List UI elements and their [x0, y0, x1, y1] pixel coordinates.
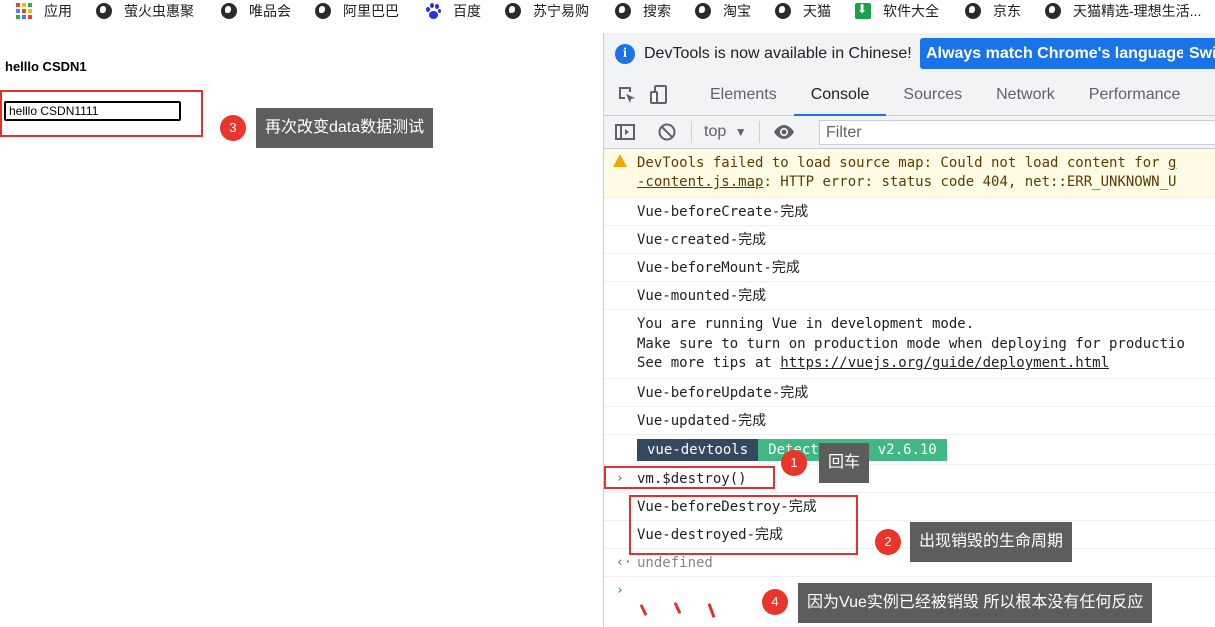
download-icon [855, 2, 871, 19]
bookmarks-bar: 应用 萤火虫惠聚 唯品会 阿里巴巴 百度 苏宁易购 搜索 淘宝 天猫 ⬇ 软件大… [0, 0, 1215, 22]
annotation-marker-4: 4 [762, 589, 788, 615]
tab-memory[interactable]: M [1197, 74, 1215, 116]
bookmark-tmall[interactable]: 天猫 [775, 0, 855, 22]
bookmark-baidu[interactable]: 百度 [425, 0, 505, 22]
live-expression-eye-icon[interactable] [772, 122, 794, 142]
language-infobar: i DevTools is now available in Chinese! … [604, 33, 1215, 74]
sidebar-toggle-icon[interactable] [615, 122, 635, 142]
annotation-marker-3: 3 [220, 115, 246, 141]
info-icon: i [615, 43, 635, 64]
warning-icon [613, 154, 627, 167]
highlight-box-input [0, 90, 203, 137]
toolbar-divider [691, 121, 692, 143]
switch-language-button[interactable]: Swi [1183, 38, 1215, 69]
globe-icon [221, 3, 237, 19]
always-match-language-button[interactable]: Always match Chrome's language [920, 38, 1191, 69]
source-map-file-link[interactable]: -content.js.map [637, 174, 763, 190]
console-log: Vue-mounted-完成 [604, 282, 1215, 310]
console-vue-devtools-badge: vue-devtoolsDetected Vue v2.6.10 [604, 435, 1215, 465]
console-log: Vue-beforeCreate-完成 [604, 198, 1215, 226]
device-toolbar-icon[interactable] [649, 84, 669, 105]
console-log: Vue-updated-完成 [604, 407, 1215, 435]
context-selector[interactable]: top ▼ [704, 123, 747, 141]
annotation-note-1: 回车 [819, 443, 870, 483]
bookmark-yinghuochong[interactable]: 萤火虫惠聚 [96, 0, 221, 22]
annotation-note-2: 出现销毁的生命周期 [910, 522, 1073, 562]
annotation-marker-2: 2 [875, 529, 901, 555]
dropdown-arrow-icon: ▼ [734, 125, 747, 139]
bookmark-suning[interactable]: 苏宁易购 [505, 0, 615, 22]
tab-performance[interactable]: Performance [1072, 74, 1198, 116]
console-dev-mode-notice: You are running Vue in development mode.… [604, 310, 1215, 379]
globe-icon [775, 3, 791, 19]
console-log: Vue-beforeMount-完成 [604, 254, 1215, 282]
globe-icon [695, 3, 711, 19]
globe-icon [315, 3, 331, 19]
tab-elements[interactable]: Elements [693, 74, 794, 116]
console-filter-input[interactable]: Filter [819, 120, 1215, 145]
bookmark-search[interactable]: 搜索 [615, 0, 695, 22]
apps-grid-icon [16, 3, 32, 19]
tab-network[interactable]: Network [979, 74, 1072, 116]
bookmark-vip[interactable]: 唯品会 [221, 0, 315, 22]
page-heading: helllo CSDN1 [5, 59, 87, 74]
tab-sources[interactable]: Sources [886, 74, 979, 116]
highlight-box-command [604, 466, 775, 489]
baidu-paw-icon [425, 3, 441, 19]
bookmark-software[interactable]: 软件大全 [855, 0, 965, 22]
globe-icon [505, 3, 521, 19]
tab-console[interactable]: Console [793, 74, 887, 116]
source-map-link[interactable]: g [1168, 155, 1176, 171]
console-toolbar: top ▼ Filter [604, 116, 1215, 149]
globe-icon [1045, 3, 1061, 19]
toolbar-divider [758, 121, 760, 143]
devtools-tabbar: Elements Console Sources Network Perform… [604, 74, 1215, 116]
annotation-note-3: 再次改变data数据测试 [256, 108, 434, 148]
prompt-chevron-icon: › [616, 583, 624, 598]
console-log: Vue-created-完成 [604, 226, 1215, 254]
bookmark-apps[interactable]: 应用 [16, 0, 96, 22]
globe-icon [615, 3, 631, 19]
annotation-note-4: 因为Vue实例已经被销毁 所以根本没有任何反应 [798, 583, 1153, 623]
console-warning: DevTools failed to load source map: Coul… [604, 149, 1215, 198]
inspect-element-icon[interactable] [617, 85, 637, 105]
infobar-text: DevTools is now available in Chinese! [644, 44, 912, 62]
globe-icon [96, 3, 112, 19]
bookmark-alibaba[interactable]: 阿里巴巴 [315, 0, 425, 22]
page-content: helllo CSDN1 3 再次改变data数据测试 [0, 33, 603, 627]
bookmark-tmall-jingxuan[interactable]: 天猫精选-理想生活... [1045, 0, 1215, 22]
bookmark-taobao[interactable]: 淘宝 [695, 0, 775, 22]
console-log: Vue-beforeUpdate-完成 [604, 379, 1215, 407]
vue-deployment-link[interactable]: https://vuejs.org/guide/deployment.html [780, 355, 1109, 371]
bookmark-jd[interactable]: 京东 [965, 0, 1045, 22]
highlight-box-destroy-logs [629, 495, 858, 555]
clear-console-icon[interactable] [657, 122, 677, 142]
globe-icon [965, 3, 981, 19]
vue-devtools-badge: vue-devtools [637, 439, 759, 461]
annotation-marker-1: 1 [781, 450, 807, 476]
